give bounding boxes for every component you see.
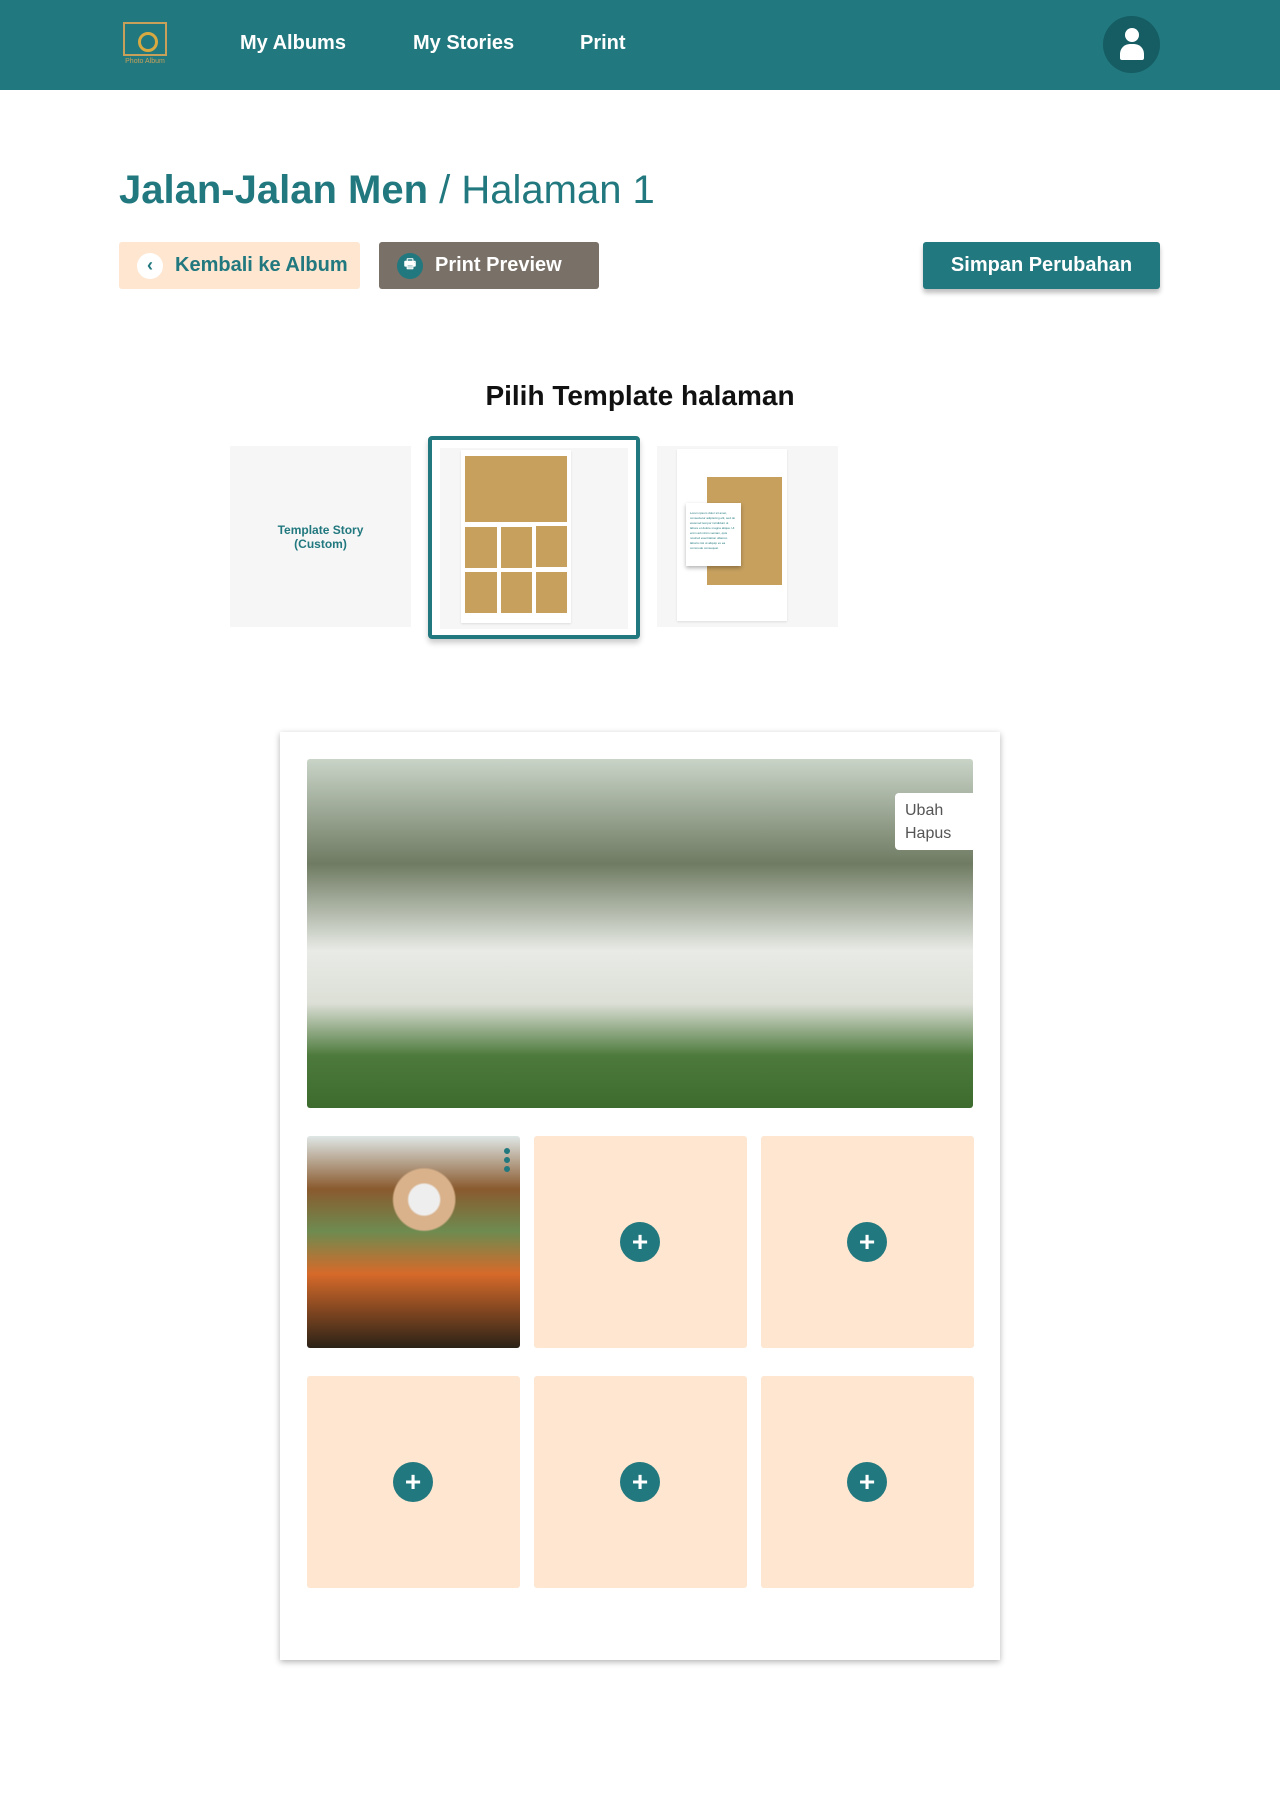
template-label: Template Story: [277, 522, 364, 537]
empty-photo-slot[interactable]: +: [761, 1376, 974, 1588]
back-to-album-button[interactable]: ‹ Kembali ke Album: [119, 242, 360, 289]
chevron-left-icon: ‹: [137, 252, 163, 279]
print-preview-label: Print Preview: [435, 254, 562, 276]
more-options-icon[interactable]: [504, 1148, 510, 1175]
plus-icon[interactable]: +: [620, 1462, 660, 1502]
page-name: Halaman 1: [461, 168, 655, 212]
template-label: (Custom): [294, 536, 347, 551]
plus-icon[interactable]: +: [847, 1462, 887, 1502]
empty-photo-slot[interactable]: +: [534, 1136, 747, 1348]
empty-photo-slot[interactable]: +: [761, 1136, 974, 1348]
plus-icon[interactable]: +: [620, 1222, 660, 1262]
menu-item-delete[interactable]: Hapus: [905, 822, 971, 845]
page-title: Jalan-Jalan Men / Halaman 1: [119, 168, 655, 213]
main-photo[interactable]: Ubah Hapus: [307, 759, 973, 1108]
empty-photo-slot[interactable]: +: [307, 1376, 520, 1588]
photo-slot-1[interactable]: [307, 1136, 520, 1348]
app-logo[interactable]: Photo Album: [121, 22, 169, 68]
template-grid-selected[interactable]: [428, 436, 640, 639]
plus-icon[interactable]: +: [847, 1222, 887, 1262]
nav-print[interactable]: Print: [580, 32, 626, 55]
plus-icon[interactable]: +: [393, 1462, 433, 1502]
user-avatar-button[interactable]: [1103, 16, 1160, 73]
template-custom-story[interactable]: Template Story (Custom): [230, 446, 411, 627]
nav-my-stories[interactable]: My Stories: [413, 32, 514, 55]
empty-photo-slot[interactable]: +: [534, 1376, 747, 1588]
save-changes-button[interactable]: Simpan Perubahan: [923, 242, 1160, 289]
album-name: Jalan-Jalan Men: [119, 168, 429, 212]
photo-context-menu: Ubah Hapus: [895, 793, 973, 850]
template-heading: Pilih Template halaman: [485, 380, 795, 411]
sample-text: Lorem ipsum dolor sit amet, consectetur …: [686, 503, 741, 566]
menu-item-edit[interactable]: Ubah: [905, 799, 971, 822]
top-navbar: Photo Album My Albums My Stories Print: [0, 0, 1280, 90]
print-preview-button[interactable]: 🖶 Print Preview: [379, 242, 599, 289]
template-photo-text[interactable]: Lorem ipsum dolor sit amet, consectetur …: [657, 446, 838, 627]
separator: /: [428, 168, 462, 212]
printer-icon: 🖶: [397, 252, 423, 279]
page-canvas: Ubah Hapus + + + + +: [280, 732, 1000, 1660]
back-label: Kembali ke Album: [175, 254, 348, 276]
nav-my-albums[interactable]: My Albums: [240, 32, 346, 55]
